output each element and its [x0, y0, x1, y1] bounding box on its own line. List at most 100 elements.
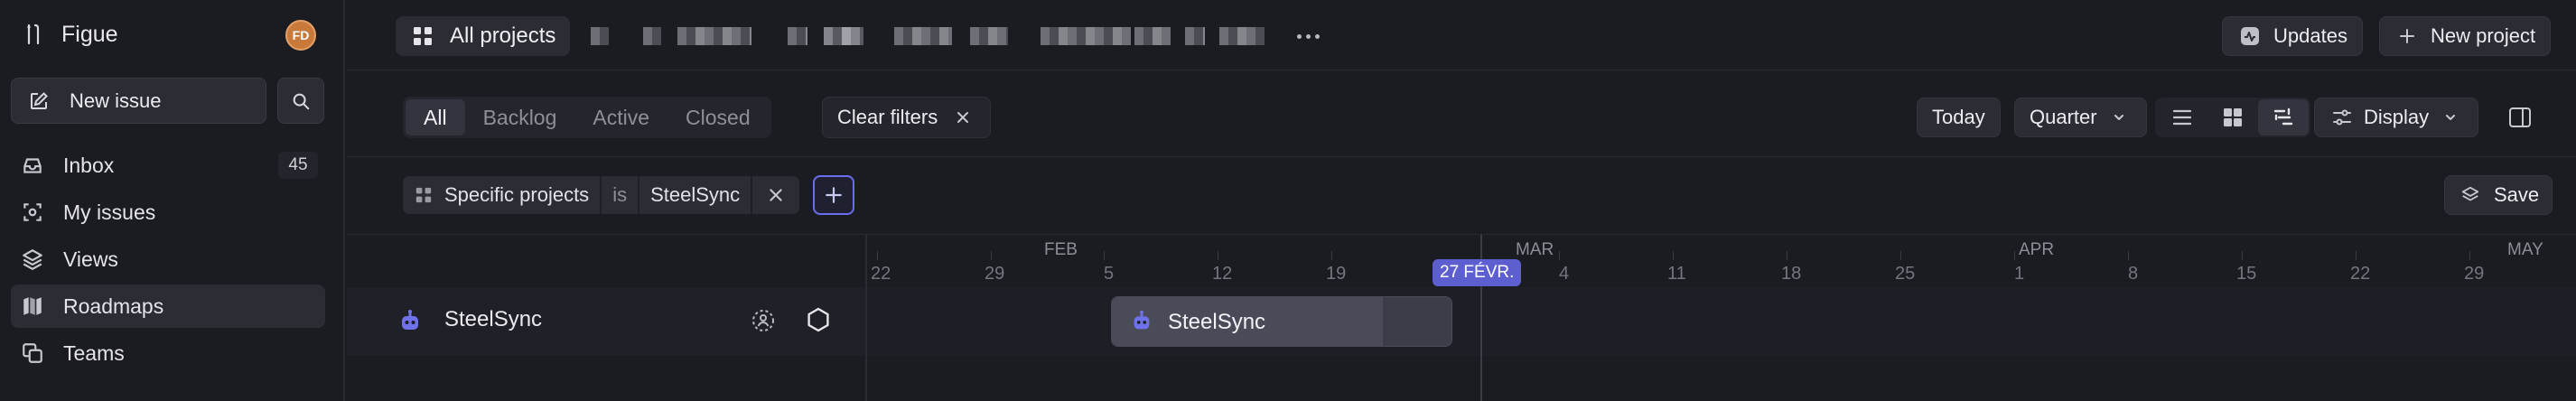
day-tick: [1331, 251, 1332, 260]
zoom-label: Quarter: [2030, 106, 2097, 128]
sidebar-item-my-issues[interactable]: My issues: [11, 191, 325, 234]
inbox-icon: [20, 153, 45, 178]
redacted-tab[interactable]: [894, 27, 952, 45]
month-label: MAR: [1516, 240, 1554, 259]
updates-label: Updates: [2273, 24, 2347, 47]
redacted-tab[interactable]: [591, 27, 609, 45]
redacted-tab[interactable]: [1134, 27, 1171, 45]
redacted-tab[interactable]: [1219, 27, 1265, 45]
day-label: 25: [1895, 264, 1916, 284]
clear-filters-button[interactable]: Clear filters: [822, 97, 992, 138]
tab-backlog[interactable]: Backlog: [465, 99, 575, 135]
chevron-down-icon: [2106, 105, 2132, 130]
zoom-select[interactable]: Quarter: [2014, 98, 2147, 137]
tab-active[interactable]: Active: [574, 99, 667, 135]
more-options-icon[interactable]: [1292, 23, 1324, 49]
search-icon: [288, 89, 313, 114]
compose-icon: [26, 89, 51, 114]
redacted-tab[interactable]: [677, 27, 751, 45]
filter-chip-field[interactable]: Specific projects: [403, 176, 602, 214]
redacted-tab[interactable]: [1185, 27, 1205, 45]
inbox-count-badge: 45: [278, 152, 318, 179]
sidebar-item-label: Roadmaps: [63, 294, 164, 318]
filter-chip-value[interactable]: SteelSync: [639, 176, 753, 214]
month-label: APR: [2019, 240, 2055, 259]
sidebar-item-inbox[interactable]: Inbox 45: [11, 144, 325, 187]
day-label: 4: [1559, 264, 1570, 284]
sidebar-item-teams[interactable]: Teams: [11, 331, 325, 375]
redacted-tab[interactable]: [970, 27, 1008, 45]
project-list: SteelSync: [347, 235, 867, 401]
redacted-tab[interactable]: [788, 27, 807, 45]
today-label: Today: [1932, 106, 1985, 128]
sliders-icon: [2329, 105, 2355, 130]
robot-icon: [397, 309, 423, 339]
search-button[interactable]: [277, 78, 324, 124]
close-icon: [950, 105, 975, 130]
filter-chip-bar: Specific projects is SteelSync Save: [347, 157, 2576, 235]
redacted-tab[interactable]: [1041, 27, 1131, 45]
day-label: 1: [2014, 264, 2025, 284]
project-timeline-bar[interactable]: SteelSync: [1111, 296, 1452, 347]
side-panel-toggle-icon[interactable]: [2504, 101, 2536, 134]
plus-icon: [2394, 23, 2420, 49]
project-name[interactable]: SteelSync: [444, 307, 542, 332]
day-tick: [2014, 251, 2015, 260]
avatar[interactable]: FD: [285, 20, 316, 51]
board-view-icon[interactable]: [2207, 99, 2258, 135]
layers-icon: [20, 247, 45, 272]
redacted-tab[interactable]: [643, 27, 661, 45]
timeline-view-icon[interactable]: [2258, 99, 2309, 135]
day-tick: [1104, 251, 1105, 260]
sidebar-item-views[interactable]: Views: [11, 238, 325, 281]
project-timeline-bar-label: SteelSync: [1168, 310, 1266, 334]
filter-chip-operator[interactable]: is: [602, 176, 640, 214]
workspace-name: Figue: [61, 21, 118, 47]
day-tick: [2242, 251, 2243, 260]
today-button[interactable]: Today: [1917, 98, 2001, 137]
add-filter-button[interactable]: [813, 175, 854, 215]
new-issue-button[interactable]: New issue: [11, 78, 266, 124]
filter-chip-remove[interactable]: [752, 176, 799, 214]
sidebar: Figue FD New issue Inbox 45 My issues Vi…: [0, 0, 345, 401]
project-row[interactable]: SteelSync: [347, 287, 865, 356]
breadcrumb-label: All projects: [450, 23, 556, 48]
day-label: 15: [2236, 264, 2257, 284]
day-label: 22: [2350, 264, 2371, 284]
grid-icon: [414, 182, 434, 208]
sidebar-item-roadmaps[interactable]: Roadmaps: [11, 284, 325, 328]
tab-closed[interactable]: Closed: [667, 99, 769, 135]
day-label: 12: [1212, 264, 1233, 284]
display-label: Display: [2364, 106, 2430, 128]
plus-icon: [821, 182, 846, 208]
filter-bar: All Backlog Active Closed Clear filters …: [347, 70, 2576, 157]
top-bar: All projects Updates New project: [347, 0, 2576, 70]
redacted-tab[interactable]: [824, 27, 863, 45]
sidebar-nav: Inbox 45 My issues Views Roadmaps Teams: [11, 144, 325, 378]
day-tick: [877, 251, 878, 260]
filter-chip-field-label: Specific projects: [444, 183, 590, 206]
list-view-icon[interactable]: [2157, 99, 2207, 135]
workspace-switcher[interactable]: Figue: [23, 18, 118, 51]
day-label: 11: [1667, 264, 1686, 284]
day-label: 29: [2464, 264, 2485, 284]
new-issue-label: New issue: [70, 89, 162, 112]
breadcrumb-all-projects[interactable]: All projects: [396, 16, 571, 56]
display-button[interactable]: Display: [2314, 98, 2479, 137]
project-status-icon[interactable]: [804, 305, 833, 339]
today-marker-label: 27 FÉVR.: [1433, 259, 1522, 286]
filter-chip[interactable]: Specific projects is SteelSync: [403, 176, 800, 214]
day-label: 18: [1781, 264, 1802, 284]
save-view-button[interactable]: Save: [2444, 175, 2553, 215]
day-tick: [2128, 251, 2129, 260]
chevron-down-icon: [2438, 105, 2463, 130]
sidebar-item-label: My issues: [63, 200, 156, 224]
day-tick: [1673, 251, 1674, 260]
project-lead-icon[interactable]: [750, 307, 777, 339]
updates-button[interactable]: Updates: [2222, 16, 2363, 56]
main-content: All projects Updates New project All Bac…: [347, 0, 2576, 401]
tab-all[interactable]: All: [406, 99, 465, 135]
status-tabs: All Backlog Active Closed: [403, 97, 771, 138]
sidebar-item-label: Inbox: [63, 153, 115, 177]
new-project-button[interactable]: New project: [2379, 16, 2552, 56]
